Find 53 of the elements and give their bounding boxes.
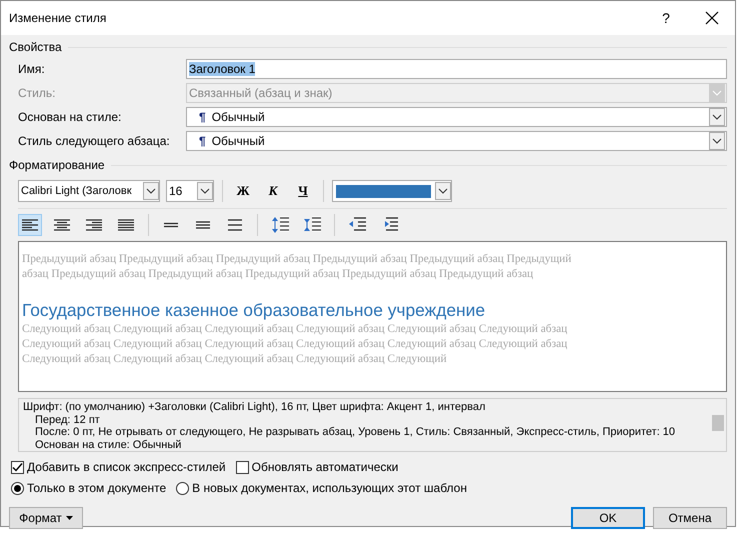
size-dropdown[interactable]: 16	[166, 180, 214, 202]
checkbox[interactable]	[11, 460, 24, 474]
align-right-icon	[86, 219, 102, 231]
description-line: Основан на стиле: Обычный	[34, 438, 182, 451]
indent-less-icon	[348, 217, 366, 233]
field-label: Стиль:	[18, 86, 56, 100]
style-dropdown[interactable]: ¶ Обычный	[186, 131, 727, 151]
style-dropdown[interactable]: ¶ Обычный	[186, 107, 727, 127]
description-line: После: 0 пт, Не отрывать от следующего, Не разрывать абзац, Уровень 1, Стиль: Связанный, Экспресс-стиль, Приоритет: 10	[34, 426, 676, 438]
description-line: Перед: 12 пт	[34, 414, 101, 426]
chevron-down-icon	[709, 84, 725, 102]
ok-button[interactable]: OK	[571, 507, 645, 529]
radio-button[interactable]	[176, 482, 190, 494]
align-center-icon	[54, 219, 70, 231]
close-icon	[705, 11, 719, 25]
field-label: Стиль следующего абзаца:	[18, 134, 171, 148]
previous-paragraph-text: Предыдущий абзац Предыдущий абзац Предыдущий абзац Предыдущий абзац Предыдущий абзац Предыдущий абзац Предыдущий абзац Предыдущий абзац Предыдущий абзац Предыдущий абзац Предыдущий абзац	[22, 252, 572, 282]
font-dropdown[interactable]: Calibri Light (Заголовк	[18, 180, 160, 202]
help-button[interactable]: ?	[643, 1, 689, 35]
description-line: Шрифт: (по умолчанию) +Заголовки (Calibri Light), 16 пт, Цвет шрифта: Акцент 1, интервал	[23, 401, 486, 414]
space-more-icon	[271, 216, 289, 234]
chevron-down-icon	[143, 182, 159, 200]
section-title: Свойства	[9, 40, 62, 54]
caret-icon	[66, 516, 73, 520]
format-button[interactable]: К	[261, 179, 285, 203]
justify-icon	[118, 219, 134, 231]
checkbox-option[interactable]: Добавить в список экспресс-стилей	[11, 460, 226, 474]
space-less-icon	[303, 216, 321, 234]
window-title: Изменение стиля	[9, 11, 108, 25]
chevron-down-icon	[709, 132, 725, 150]
checkbox-option[interactable]: Обновлять автоматически	[236, 460, 398, 474]
next-paragraph-text: Следующий абзац Следующий абзац Следующий абзац Следующий абзац Следующий абзац Следующий абзац Следующий абзац Следующий абзац Следующий абзац Следующий абзац Следующий абзац Следующий абзац Следующий абзац Следующий абзац Следующий абзац Следующий абзац Следующий	[22, 322, 568, 367]
name-input[interactable]: Заголовок 1	[186, 59, 727, 79]
checkbox[interactable]	[236, 460, 249, 474]
radio-button[interactable]	[11, 482, 24, 494]
chevron-down-icon	[709, 108, 725, 126]
radio-option[interactable]: В новых документах, использующих этот шаблон	[176, 481, 467, 495]
radio-option[interactable]: Только в этом документе	[11, 481, 166, 495]
chevron-down-icon	[435, 182, 451, 200]
field-label: Основан на стиле:	[18, 110, 122, 124]
format-button[interactable]: Ж	[231, 179, 255, 203]
preview-heading: Государственное казенное образовательное учреждение	[22, 299, 486, 322]
color-dropdown[interactable]	[332, 180, 452, 202]
align-left-icon	[22, 219, 38, 231]
align-left-button[interactable]	[18, 214, 42, 236]
format-button[interactable]: Ч	[291, 179, 315, 203]
chevron-down-icon	[197, 182, 213, 200]
format-menu-button[interactable]: Формат	[9, 507, 83, 529]
double-spacing-icon	[228, 219, 242, 231]
cancel-button[interactable]: Отмена	[653, 507, 727, 529]
field-label: Имя:	[18, 62, 46, 76]
section-title: Форматирование	[9, 158, 105, 172]
one-half-spacing-icon	[196, 219, 210, 231]
